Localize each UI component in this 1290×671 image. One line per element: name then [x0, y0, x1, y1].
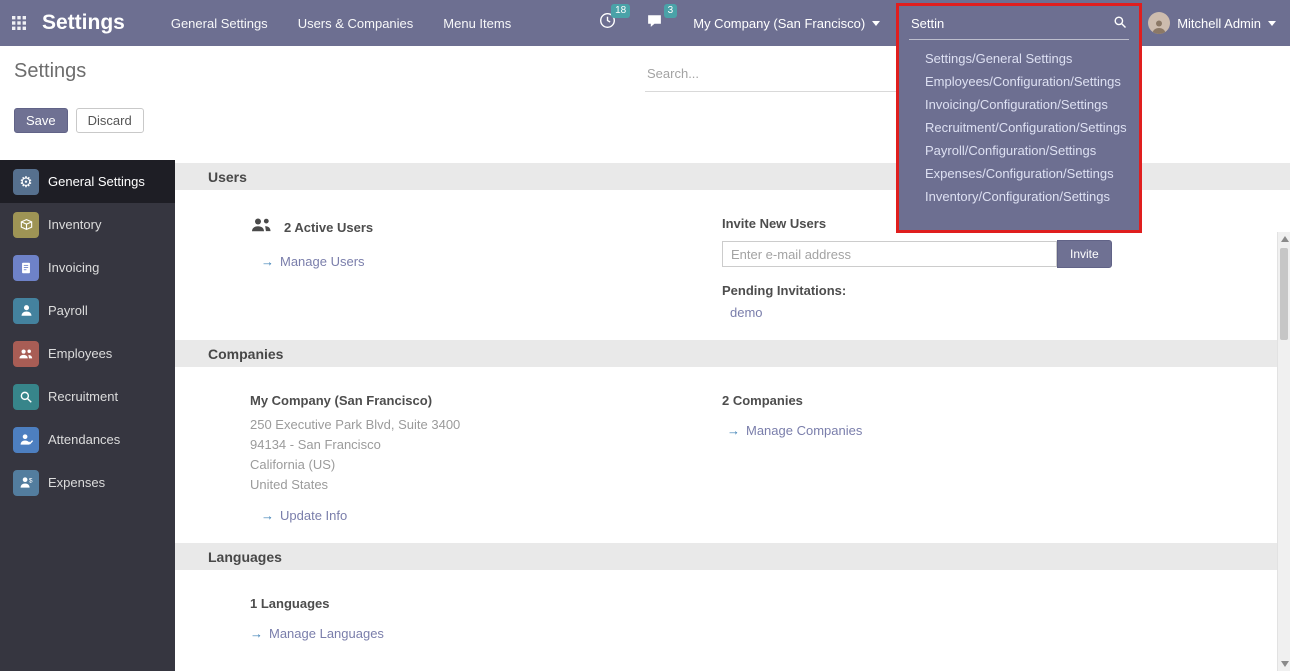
avatar — [1148, 12, 1170, 34]
payroll-icon — [13, 298, 39, 324]
sidebar-item-label: Recruitment — [48, 389, 118, 404]
section-header-companies: Companies — [175, 340, 1290, 367]
search-result-item[interactable]: Payroll/Configuration/Settings — [899, 139, 1139, 162]
attendance-icon — [13, 427, 39, 453]
section-header-languages: Languages — [175, 543, 1290, 570]
chevron-down-icon — [1268, 21, 1276, 26]
search-results: Settings/General Settings Employees/Conf… — [899, 47, 1139, 208]
chevron-down-icon — [872, 21, 880, 26]
expense-icon: $ — [13, 470, 39, 496]
menu-search-query: Settin — [911, 16, 944, 31]
menu-search-input[interactable]: Settin — [909, 11, 1129, 40]
apps-menu-icon[interactable] — [12, 16, 26, 30]
scroll-down-arrow[interactable] — [1281, 661, 1289, 667]
scroll-up-arrow[interactable] — [1281, 236, 1289, 242]
activity-badge: 18 — [611, 4, 630, 18]
company-name: My Company (San Francisco) — [693, 16, 865, 31]
company-address-line: California (US) — [250, 455, 722, 475]
gear-icon: ⚙ — [13, 169, 39, 195]
search-result-item[interactable]: Settings/General Settings — [899, 47, 1139, 70]
sidebar-item-label: Invoicing — [48, 260, 99, 275]
sidebar-item-attendances[interactable]: Attendances — [0, 418, 175, 461]
company-name: My Company (San Francisco) — [250, 393, 722, 408]
sidebar-item-expenses[interactable]: $ Expenses — [0, 461, 175, 504]
arrow-right-icon: → — [261, 254, 274, 269]
arrow-right-icon: → — [727, 423, 740, 438]
sidebar-item-label: Attendances — [48, 432, 120, 447]
invite-button[interactable]: Invite — [1057, 240, 1112, 268]
sidebar-item-general-settings[interactable]: ⚙ General Settings — [0, 160, 175, 203]
manage-companies-link[interactable]: Manage Companies — [746, 423, 862, 438]
top-menu: General Settings Users & Companies Menu … — [171, 16, 511, 31]
activities-button[interactable]: 18 — [599, 12, 616, 34]
settings-main: Users 2 Active Users →Manage Users Invit… — [175, 160, 1290, 671]
arrow-right-icon: → — [250, 626, 263, 641]
scrollbar-thumb[interactable] — [1280, 248, 1288, 340]
languages-count: 1 Languages — [250, 596, 722, 611]
message-badge: 3 — [664, 4, 678, 18]
chat-icon — [646, 12, 663, 34]
magnifier-icon — [13, 384, 39, 410]
app-title[interactable]: Settings — [42, 11, 125, 35]
pending-invitations-label: Pending Invitations: — [722, 283, 1270, 298]
users-group-icon — [250, 216, 272, 239]
sidebar-item-invoicing[interactable]: Invoicing — [0, 246, 175, 289]
sidebar-item-employees[interactable]: Employees — [0, 332, 175, 375]
user-name: Mitchell Admin — [1177, 16, 1261, 31]
section-companies: My Company (San Francisco) 250 Executive… — [175, 367, 1290, 543]
save-button[interactable]: Save — [14, 108, 68, 133]
nav-item-menu-items[interactable]: Menu Items — [443, 16, 511, 31]
search-result-item[interactable]: Recruitment/Configuration/Settings — [899, 116, 1139, 139]
sidebar-item-label: General Settings — [48, 174, 145, 189]
company-address-line: 250 Executive Park Blvd, Suite 3400 — [250, 415, 722, 435]
search-result-item[interactable]: Employees/Configuration/Settings — [899, 70, 1139, 93]
discard-button[interactable]: Discard — [76, 108, 144, 133]
active-users-count: 2 Active Users — [284, 220, 373, 235]
messages-button[interactable]: 3 — [646, 12, 663, 34]
invite-email-input[interactable] — [722, 241, 1057, 267]
company-address-line: 94134 - San Francisco — [250, 435, 722, 455]
arrow-right-icon: → — [261, 508, 274, 523]
menu-search-dropdown: Settin Settings/General Settings Employe… — [896, 3, 1142, 233]
invoice-icon — [13, 255, 39, 281]
search-result-item[interactable]: Expenses/Configuration/Settings — [899, 162, 1139, 185]
sidebar-item-payroll[interactable]: Payroll — [0, 289, 175, 332]
search-result-item[interactable]: Inventory/Configuration/Settings — [899, 185, 1139, 208]
settings-sidebar: ⚙ General Settings Inventory Invoicing P… — [0, 160, 175, 671]
update-info-link[interactable]: Update Info — [280, 508, 347, 523]
sidebar-item-recruitment[interactable]: Recruitment — [0, 375, 175, 418]
user-menu[interactable]: Mitchell Admin — [1148, 12, 1276, 34]
manage-languages-link[interactable]: Manage Languages — [269, 626, 384, 641]
nav-item-general-settings[interactable]: General Settings — [171, 16, 268, 31]
section-languages: 1 Languages → Manage Languages — [175, 570, 1290, 661]
nav-item-users-companies[interactable]: Users & Companies — [298, 16, 414, 31]
company-address-line: United States — [250, 475, 722, 495]
svg-text:$: $ — [28, 478, 32, 485]
companies-count: 2 Companies — [722, 393, 1270, 408]
pending-user-demo-link[interactable]: demo — [730, 305, 763, 320]
search-result-item[interactable]: Invoicing/Configuration/Settings — [899, 93, 1139, 116]
sidebar-item-label: Employees — [48, 346, 112, 361]
sidebar-item-label: Expenses — [48, 475, 105, 490]
people-icon — [13, 341, 39, 367]
search-icon — [1113, 15, 1127, 32]
sidebar-item-label: Payroll — [48, 303, 88, 318]
company-switcher[interactable]: My Company (San Francisco) — [693, 16, 880, 31]
sidebar-item-inventory[interactable]: Inventory — [0, 203, 175, 246]
sidebar-item-label: Inventory — [48, 217, 101, 232]
manage-users-link[interactable]: Manage Users — [280, 254, 365, 269]
content: ⚙ General Settings Inventory Invoicing P… — [0, 160, 1290, 671]
box-icon — [13, 212, 39, 238]
breadcrumb: Settings — [14, 60, 86, 83]
vertical-scrollbar[interactable] — [1277, 232, 1290, 671]
